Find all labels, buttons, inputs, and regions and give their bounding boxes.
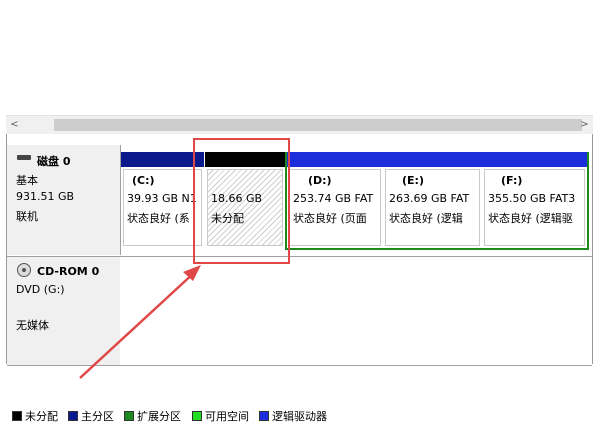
partition-f-label: (F:): [501, 174, 523, 187]
legend-item-logical: 逻辑驱动器: [259, 408, 327, 424]
bottom-separator: [7, 365, 592, 366]
disk0-status: 联机: [16, 210, 38, 223]
disk0-size: 931.51 GB: [16, 190, 75, 203]
partition-e[interactable]: (E:) 263.69 GB FAT 状态良好 (逻辑: [383, 152, 482, 248]
partition-f[interactable]: (F:) 355.50 GB FAT3 状态良好 (逻辑驱: [482, 152, 587, 248]
legend-item-primary: 主分区: [68, 408, 114, 424]
right-border: [592, 134, 593, 364]
partition-c-label: (C:): [132, 174, 155, 187]
partition-c-size: 39.93 GB N1: [127, 192, 197, 205]
scroll-left-arrow-icon[interactable]: <: [6, 116, 23, 134]
cdrom0-media: 无媒体: [16, 319, 49, 332]
cdrom0-volume-area[interactable]: [120, 257, 592, 365]
disk0-info-panel[interactable]: 磁盘 0 基本 931.51 GB 联机: [7, 145, 121, 255]
partition-c-bar: [121, 152, 204, 167]
partition-d-size: 253.74 GB FAT: [293, 192, 374, 205]
cdrom0-info-panel[interactable]: CD-ROM 0 DVD (G:) 无媒体: [7, 257, 121, 365]
legend-swatch-extended: [124, 411, 134, 421]
partition-d-bar: [287, 152, 383, 167]
partition-f-size: 355.50 GB FAT3: [488, 192, 576, 205]
legend: 未分配 主分区 扩展分区 可用空间 逻辑驱动器: [0, 404, 599, 426]
legend-swatch-primary: [68, 411, 78, 421]
hard-disk-icon: [17, 155, 31, 160]
partition-d-status: 状态良好 (页面: [293, 212, 367, 225]
legend-item-unallocated: 未分配: [12, 408, 58, 424]
partition-e-size: 263.69 GB FAT: [389, 192, 470, 205]
partition-f-status: 状态良好 (逻辑驱: [488, 212, 573, 225]
legend-label: 逻辑驱动器: [272, 410, 327, 423]
partition-e-label: (E:): [402, 174, 424, 187]
disk0-type: 基本: [16, 174, 38, 187]
cd-rom-icon: [17, 263, 31, 277]
scroll-right-arrow-icon[interactable]: >: [576, 116, 593, 134]
partition-c-status: 状态良好 (系: [127, 212, 190, 225]
legend-label: 扩展分区: [137, 410, 181, 423]
legend-swatch-free-space: [192, 411, 202, 421]
horizontal-scrollbar[interactable]: < >: [6, 115, 593, 134]
partition-d[interactable]: (D:) 253.74 GB FAT 状态良好 (页面: [287, 152, 383, 248]
partition-e-bar: [383, 152, 482, 167]
legend-label: 可用空间: [205, 410, 249, 423]
cdrom0-title: CD-ROM 0: [37, 265, 100, 278]
partition-f-bar: [482, 152, 587, 167]
blank-pane: [0, 0, 599, 115]
legend-swatch-unallocated: [12, 411, 22, 421]
cdrom0-type: DVD (G:): [16, 283, 65, 296]
disk0-title: 磁盘 0: [37, 155, 71, 168]
partition-d-label: (D:): [308, 174, 332, 187]
legend-swatch-logical: [259, 411, 269, 421]
partition-c[interactable]: (C:) 39.93 GB N1 状态良好 (系: [121, 152, 204, 248]
legend-label: 未分配: [25, 410, 58, 423]
legend-label: 主分区: [81, 410, 114, 423]
legend-item-free-space: 可用空间: [192, 408, 249, 424]
scrollbar-thumb[interactable]: [54, 119, 582, 131]
highlight-box: [193, 138, 290, 264]
legend-item-extended: 扩展分区: [124, 408, 181, 424]
partition-e-status: 状态良好 (逻辑: [389, 212, 463, 225]
